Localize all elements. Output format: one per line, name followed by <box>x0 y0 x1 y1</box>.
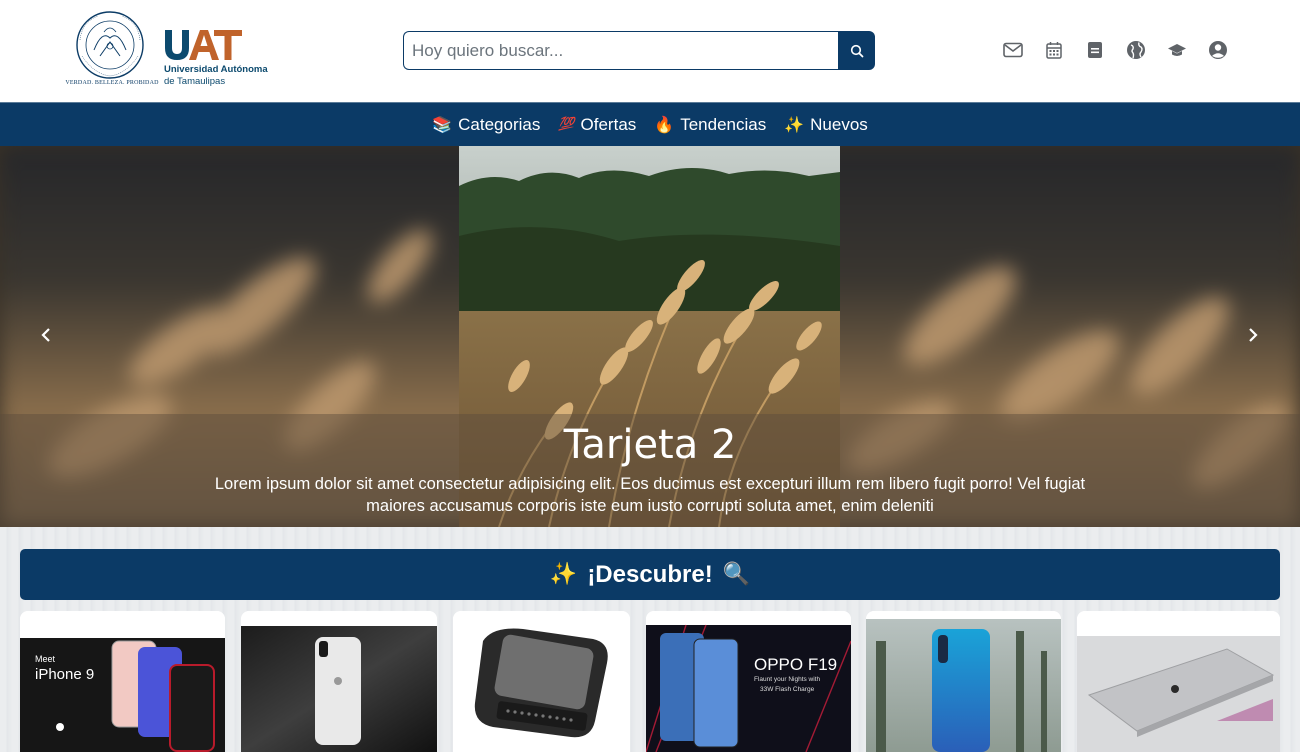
nav-item-nuevos[interactable]: ✨ Nuevos <box>784 115 868 135</box>
nav-item-ofertas[interactable]: 💯 Ofertas <box>558 115 636 135</box>
discover-banner: ✨ ¡Descubre! 🔍 <box>20 549 1280 600</box>
promo-subtitle: Flaunt your Nights with <box>754 676 821 683</box>
slide-description: Lorem ipsum dolor sit amet consectetur a… <box>214 475 1086 515</box>
product-grid: Meet iPhone 9 OPPO F19 Flaunt your Night… <box>20 611 1280 752</box>
hundred-points-icon: 💯 <box>558 117 575 132</box>
product-image <box>453 611 630 752</box>
sparkles-icon: ✨ <box>784 115 805 134</box>
nav-item-label: Ofertas <box>580 114 637 134</box>
university-name-line2: de Tamaulipas <box>164 76 226 87</box>
slide-title: Tarjeta 2 <box>563 422 737 468</box>
category-nav: 📚 Categorias 💯 Ofertas 🔥 Tendencias ✨ Nu… <box>0 102 1300 146</box>
product-image <box>1077 611 1280 752</box>
graduation-cap-icon[interactable] <box>1167 39 1187 61</box>
carousel-prev-button[interactable] <box>34 323 58 347</box>
search-input[interactable] <box>403 31 838 70</box>
product-image <box>646 611 851 752</box>
promo-subtitle: 33W Flash Charge <box>760 686 815 693</box>
seal-motto: VERDAD. BELLEZA. PROBIDAD <box>65 80 159 86</box>
globe-icon[interactable] <box>1126 39 1146 61</box>
chevron-left-icon <box>41 328 50 342</box>
user-circle-icon[interactable] <box>1208 39 1228 61</box>
nav-item-label: Categorias <box>458 114 541 134</box>
promo-prefix: Meet <box>35 654 56 664</box>
carousel-next-button[interactable] <box>1241 323 1265 347</box>
nav-item-label: Nuevos <box>810 114 868 134</box>
sparkles-icon: ✨ <box>549 562 578 587</box>
university-name-line1: Universidad Autónoma <box>164 64 268 75</box>
product-card[interactable] <box>866 611 1061 752</box>
discover-title: ¡Descubre! <box>587 560 713 588</box>
search-bar <box>403 31 875 70</box>
university-seal-logo[interactable] <box>64 10 156 90</box>
promo-title: iPhone 9 <box>35 666 95 683</box>
university-name: Universidad Autónoma de Tamaulipas <box>164 64 268 88</box>
product-image <box>241 611 437 752</box>
product-card[interactable] <box>1077 611 1280 752</box>
nav-item-tendencias[interactable]: 🔥 Tendencias <box>654 115 766 135</box>
document-icon[interactable] <box>1085 39 1105 61</box>
product-card[interactable] <box>453 611 630 752</box>
product-card[interactable]: Meet iPhone 9 <box>20 611 225 752</box>
promo-title: OPPO F19 <box>754 655 838 674</box>
header-icons <box>1003 39 1228 61</box>
nav-item-categorias[interactable]: 📚 Categorias <box>432 115 540 135</box>
product-card[interactable] <box>241 611 437 752</box>
chevron-right-icon <box>1249 328 1258 342</box>
fire-icon: 🔥 <box>654 115 675 134</box>
product-image <box>866 611 1061 752</box>
search-icon <box>850 44 863 57</box>
books-icon: 📚 <box>432 115 453 134</box>
magnifier-icon: 🔍 <box>722 562 751 587</box>
product-card[interactable]: OPPO F19 Flaunt your Nights with 33W Fla… <box>646 611 851 752</box>
header: VERDAD. BELLEZA. PROBIDAD Universidad Au… <box>0 0 1300 102</box>
search-button[interactable] <box>838 31 875 70</box>
mail-icon[interactable] <box>1003 39 1023 61</box>
nav-item-label: Tendencias <box>680 114 767 134</box>
calendar-icon[interactable] <box>1044 39 1064 61</box>
hero-carousel: Tarjeta 2 Lorem ipsum dolor sit amet con… <box>0 146 1300 527</box>
